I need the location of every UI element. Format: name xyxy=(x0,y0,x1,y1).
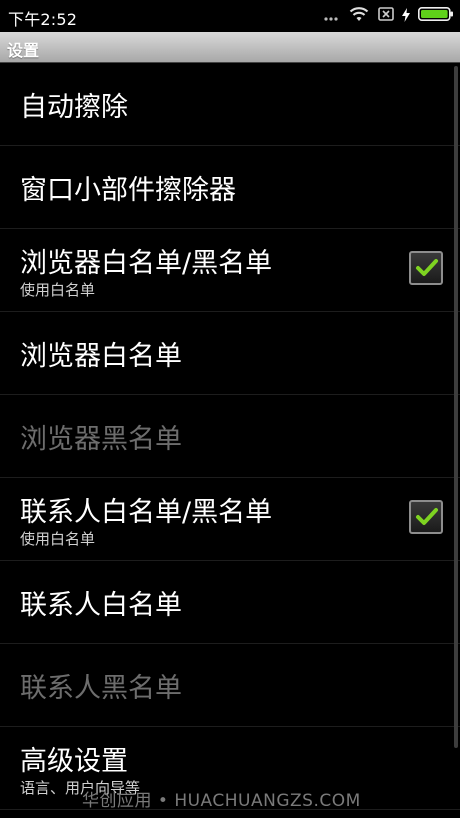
setting-browser-whitelist[interactable]: 浏览器白名单 xyxy=(0,312,460,395)
setting-widget-wiper[interactable]: 窗口小部件擦除器 xyxy=(0,146,460,229)
battery-icon xyxy=(418,6,454,26)
setting-title: 联系人黑名单 xyxy=(20,673,182,704)
setting-contacts-whitelist-blacklist[interactable]: 联系人白名单/黑名单 使用白名单 xyxy=(0,478,460,561)
setting-contacts-blacklist: 联系人黑名单 xyxy=(0,644,460,727)
browser-list-checkbox[interactable] xyxy=(409,251,443,285)
check-mark-icon xyxy=(416,259,438,276)
setting-title: 浏览器白名单/黑名单 xyxy=(20,248,273,279)
setting-contacts-whitelist[interactable]: 联系人白名单 xyxy=(0,561,460,644)
setting-browser-blacklist: 浏览器黑名单 xyxy=(0,395,460,478)
status-icons xyxy=(324,6,454,26)
page-title: 设置 xyxy=(7,41,40,60)
charging-icon xyxy=(402,7,410,26)
status-bar: 下午2:52 xyxy=(0,0,460,32)
setting-title: 高级设置 xyxy=(20,746,128,777)
setting-auto-wipe[interactable]: 自动擦除 xyxy=(0,63,460,146)
action-bar: 设置 xyxy=(0,32,460,63)
no-sim-icon xyxy=(378,6,394,26)
setting-title: 浏览器黑名单 xyxy=(20,424,182,455)
contacts-list-checkbox[interactable] xyxy=(409,500,443,534)
setting-title: 联系人白名单 xyxy=(20,590,182,621)
battery-level xyxy=(421,10,448,18)
check-mark-icon xyxy=(416,508,438,525)
setting-summary: 使用白名单 xyxy=(20,530,96,548)
setting-title: 浏览器白名单 xyxy=(20,341,182,372)
setting-summary: 使用白名单 xyxy=(20,281,96,299)
setting-title: 联系人白名单/黑名单 xyxy=(20,497,273,528)
setting-browser-whitelist-blacklist[interactable]: 浏览器白名单/黑名单 使用白名单 xyxy=(0,229,460,312)
watermark: 华创应用 • HUACHUANGZS.COM xyxy=(82,791,361,811)
setting-title: 窗口小部件擦除器 xyxy=(20,175,236,206)
setting-title: 自动擦除 xyxy=(20,92,128,123)
wifi-icon xyxy=(348,5,370,27)
status-time: 下午2:52 xyxy=(8,10,78,29)
signal-dots-icon xyxy=(324,7,340,26)
settings-list: 自动擦除 窗口小部件擦除器 浏览器白名单/黑名单 使用白名单 浏览器白名单 浏览… xyxy=(0,63,460,810)
scrollbar[interactable] xyxy=(454,66,458,748)
